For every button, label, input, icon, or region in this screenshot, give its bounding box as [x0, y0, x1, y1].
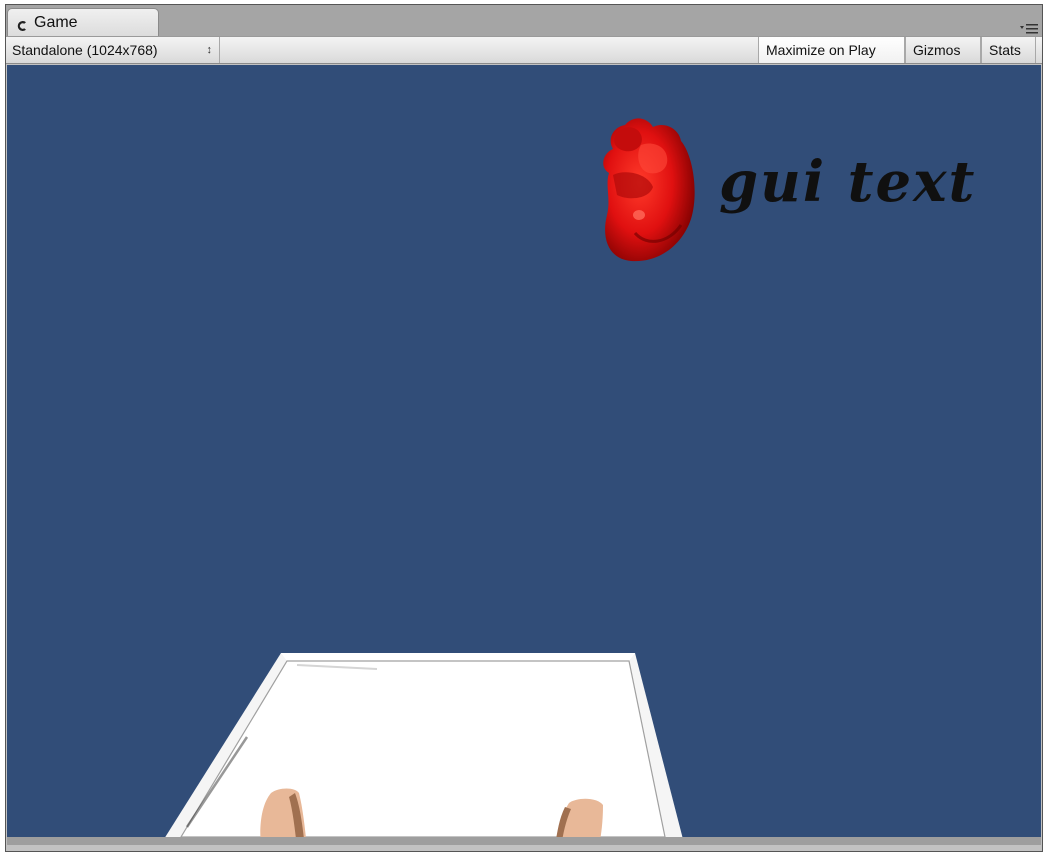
tab-game[interactable]: Game [7, 8, 159, 36]
gizmos-label: Gizmos [913, 42, 961, 58]
heart-model [603, 118, 695, 262]
dropdown-arrows-icon: ↕ [206, 44, 213, 56]
table-model [159, 653, 685, 845]
stats-label: Stats [989, 42, 1021, 58]
game-window: Game Standalone (1024x768) ↕ Maximize on… [5, 4, 1043, 852]
gizmos-button[interactable]: Gizmos [905, 37, 981, 63]
gui-text-label: gui text [719, 149, 977, 215]
game-toolbar: Standalone (1024x768) ↕ Maximize on Play… [6, 36, 1042, 64]
maximize-on-play-label: Maximize on Play [766, 42, 876, 58]
game-viewport[interactable]: gui text [7, 65, 1041, 845]
panel-menu-icon[interactable] [1019, 21, 1039, 35]
unity-game-icon [16, 17, 28, 31]
viewport-bottom-edge [7, 837, 1041, 845]
tab-bar: Game [6, 5, 1042, 36]
tab-label: Game [34, 13, 78, 31]
resolution-dropdown[interactable]: Standalone (1024x768) ↕ [6, 37, 220, 63]
stats-toggle[interactable]: Stats [981, 37, 1036, 63]
resolution-label: Standalone (1024x768) [12, 42, 158, 58]
maximize-on-play-toggle[interactable]: Maximize on Play [758, 37, 905, 63]
